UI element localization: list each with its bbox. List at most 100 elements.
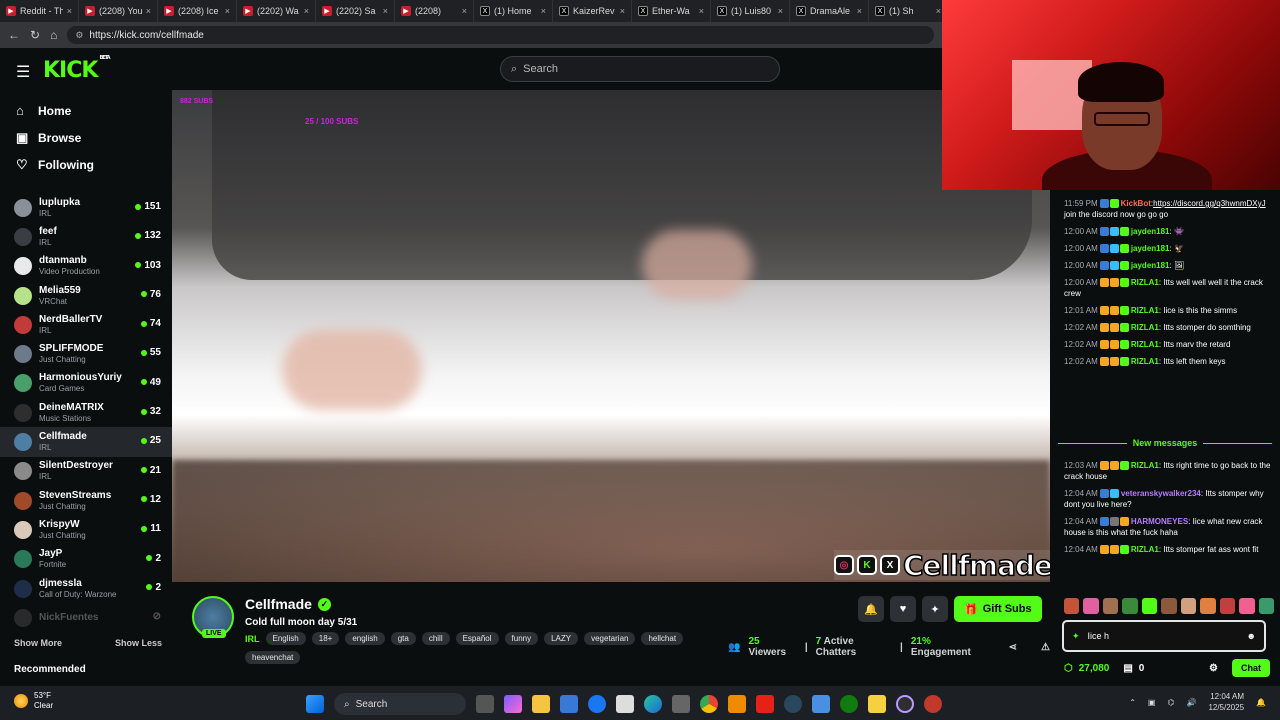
message-link[interactable]: https://discord.gg/q3hwnmDXyJ xyxy=(1153,199,1266,208)
show-less-button[interactable]: Show Less xyxy=(115,638,162,648)
emote-icon[interactable] xyxy=(1161,598,1177,614)
menu-icon[interactable]: ☰ xyxy=(16,62,30,82)
reload-icon[interactable]: ↻ xyxy=(30,28,40,42)
kick-logo[interactable]: KICKBETA xyxy=(43,55,111,83)
notification-icon[interactable]: 🔔 xyxy=(1256,698,1266,707)
browser-tab[interactable]: X (1) Home × xyxy=(474,0,553,22)
edge-icon[interactable] xyxy=(644,695,662,713)
browser-tab[interactable]: ▶ (2202) Wa × xyxy=(237,0,316,22)
chat-username[interactable]: RIZLA1 xyxy=(1131,278,1159,287)
tab-close-icon[interactable]: × xyxy=(146,6,151,16)
browser-tab[interactable]: X DramaAle × xyxy=(790,0,869,22)
chat-username[interactable]: RIZLA1 xyxy=(1131,545,1159,554)
emote-icon[interactable] xyxy=(1239,598,1255,614)
weather-widget[interactable]: 53°F Clear xyxy=(14,691,53,711)
tab-close-icon[interactable]: × xyxy=(67,6,72,16)
show-more-button[interactable]: Show More xyxy=(14,638,62,648)
sidebar-channel[interactable]: JayP Fortnite 2 xyxy=(0,545,172,574)
sidebar-channel[interactable]: Melia559 VRChat 76 xyxy=(0,281,172,310)
chat-username[interactable]: jayden181 xyxy=(1131,244,1170,253)
tab-close-icon[interactable]: × xyxy=(699,6,704,16)
nav-home[interactable]: ⌂ Home xyxy=(0,97,172,124)
chat-username[interactable]: RIZLA1 xyxy=(1131,323,1159,332)
amazon-icon[interactable] xyxy=(616,695,634,713)
tab-close-icon[interactable]: × xyxy=(225,6,230,16)
share-icon[interactable]: ⋖ xyxy=(1009,642,1017,653)
site-info-icon[interactable]: ⚙ xyxy=(75,30,83,41)
stream-tag[interactable]: chill xyxy=(421,632,450,645)
chrome-icon[interactable] xyxy=(700,695,718,713)
report-icon[interactable]: ⚠ xyxy=(1041,642,1050,653)
tab-close-icon[interactable]: × xyxy=(541,6,546,16)
tray-chevron-icon[interactable]: ⌃ xyxy=(1129,698,1136,707)
emote-icon[interactable] xyxy=(1122,598,1138,614)
emote-icon[interactable] xyxy=(1083,598,1099,614)
browser-tab[interactable]: X Ether-Wa × xyxy=(632,0,711,22)
facebook-icon[interactable] xyxy=(588,695,606,713)
tab-close-icon[interactable]: × xyxy=(936,6,941,16)
xbox-icon[interactable] xyxy=(840,695,858,713)
tab-close-icon[interactable]: × xyxy=(462,6,467,16)
chat-username[interactable]: KickBot xyxy=(1121,199,1151,208)
emote-icon[interactable] xyxy=(1200,598,1216,614)
nav-browse[interactable]: ▣ Browse xyxy=(0,124,172,151)
stream-tag[interactable]: english xyxy=(345,632,385,645)
clock[interactable]: 12:04 AM 12/5/2025 xyxy=(1208,691,1244,713)
calculator-icon[interactable] xyxy=(672,695,690,713)
browser-tab[interactable]: ▶ (2208) × xyxy=(395,0,474,22)
stream-tag[interactable]: vegetarian xyxy=(584,632,636,645)
chat-input[interactable]: ✦ Iice h ☻ xyxy=(1062,620,1266,652)
stream-category[interactable]: IRL xyxy=(245,634,260,644)
sidebar-channel[interactable]: dtanmanb Video Production 103 xyxy=(0,252,172,281)
tab-close-icon[interactable]: × xyxy=(857,6,862,16)
chat-send-button[interactable]: Chat xyxy=(1232,659,1270,677)
sidebar-channel[interactable]: KrispyW Just Chatting 11 xyxy=(0,515,172,544)
chat-username[interactable]: jayden181 xyxy=(1131,261,1170,270)
store-icon[interactable] xyxy=(560,695,578,713)
browser-tab[interactable]: ▶ (2202) Sa × xyxy=(316,0,395,22)
chat-username[interactable]: RIZLA1 xyxy=(1131,340,1159,349)
home-icon[interactable]: ⌂ xyxy=(50,28,57,42)
sidebar-channel[interactable]: SPLIFFMODE Just Chatting 55 xyxy=(0,339,172,368)
video-player[interactable]: 882 SUBS 25 / 100 SUBS ◎ K X Cellfmade xyxy=(172,90,1050,582)
steam-icon[interactable] xyxy=(784,695,802,713)
sidebar-channel[interactable]: NerdBallerTV IRL 74 xyxy=(0,310,172,339)
chat-username[interactable]: RIZLA1 xyxy=(1131,461,1159,470)
chat-username[interactable]: jayden181 xyxy=(1131,227,1170,236)
emote-star-icon[interactable]: ✦ xyxy=(1072,631,1080,642)
chat-username[interactable]: HARMONEYES xyxy=(1131,517,1188,526)
back-icon[interactable]: ← xyxy=(8,28,20,42)
emote-icon[interactable] xyxy=(1102,598,1119,614)
stream-tag[interactable]: hellchat xyxy=(641,632,684,645)
tray-app-icon[interactable]: ▣ xyxy=(1148,698,1156,707)
stream-tag[interactable]: gta xyxy=(390,632,416,645)
tab-close-icon[interactable]: × xyxy=(620,6,625,16)
emote-icon[interactable] xyxy=(1141,598,1158,614)
chat-username[interactable]: RIZLA1 xyxy=(1131,357,1159,366)
browser-tab[interactable]: ▶ (2208) You × xyxy=(79,0,158,22)
sidebar-channel[interactable]: djmessla Call of Duty: Warzone 2 xyxy=(0,574,172,603)
file-explorer-icon[interactable] xyxy=(532,695,550,713)
emote-icon[interactable] xyxy=(1219,598,1236,614)
sidebar-channel[interactable]: feef IRL 132 xyxy=(0,222,172,251)
bell-icon[interactable]: 🔔 xyxy=(858,596,884,622)
emote-icon[interactable] xyxy=(1258,598,1274,614)
tab-close-icon[interactable]: × xyxy=(778,6,783,16)
stream-tag[interactable]: heavenchat xyxy=(245,651,301,664)
volume-icon[interactable]: 🔊 xyxy=(1186,698,1196,707)
browser-tab[interactable]: X (1) Luis80 × xyxy=(711,0,790,22)
vlc-icon[interactable] xyxy=(728,695,746,713)
stream-tag[interactable]: English xyxy=(265,632,306,645)
sidebar-channel[interactable]: luplupka IRL 151 xyxy=(0,193,172,222)
follow-heart-icon[interactable]: ♥ xyxy=(890,596,916,622)
browser-tab[interactable]: X KaizerRev × xyxy=(553,0,632,22)
chat-username[interactable]: veteranskywalker234 xyxy=(1121,489,1201,498)
emote-icon[interactable] xyxy=(1180,598,1197,614)
chat-username[interactable]: RIZLA1 xyxy=(1131,306,1159,315)
browser-tab[interactable]: ▶ Reddit - Th × xyxy=(0,0,79,22)
stream-tag[interactable]: LAZY xyxy=(544,632,579,645)
stream-tag[interactable]: funny xyxy=(504,632,539,645)
browser-tab[interactable]: X (1) Sh × xyxy=(869,0,948,22)
tab-close-icon[interactable]: × xyxy=(304,6,309,16)
taskbar-search[interactable]: ⌕ Search xyxy=(334,693,466,715)
